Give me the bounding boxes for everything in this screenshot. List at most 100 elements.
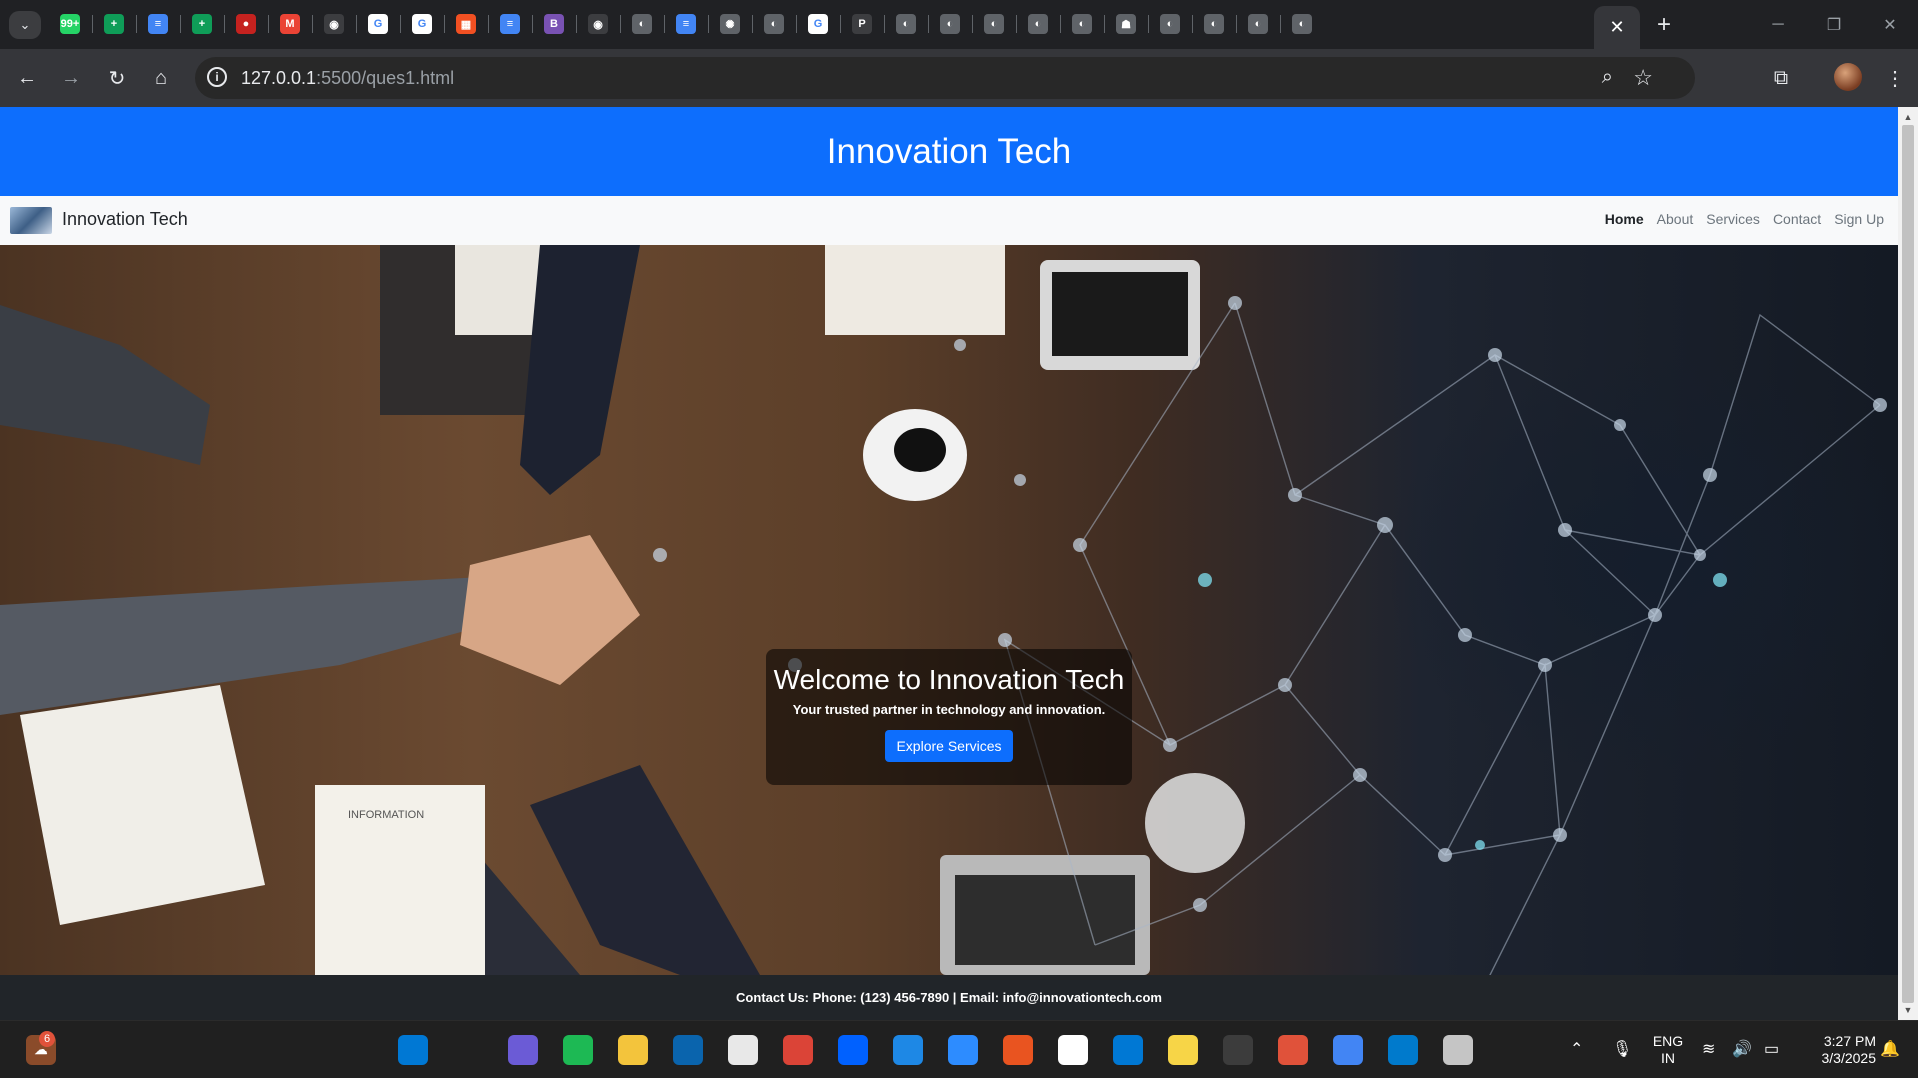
new-tab-button[interactable]: + <box>1650 11 1678 39</box>
ubuntu-icon[interactable] <box>1003 1035 1033 1065</box>
scroll-thumb[interactable] <box>1902 125 1914 1003</box>
github-icon[interactable]: ◉ <box>324 14 344 34</box>
perplexity-icon[interactable]: P <box>852 14 872 34</box>
spotify-icon[interactable] <box>563 1035 593 1065</box>
tab-separator <box>1148 15 1149 33</box>
url-text[interactable]: 127.0.0.1:5500/ques1.html <box>241 68 454 89</box>
outlook-icon[interactable] <box>673 1035 703 1065</box>
openai-icon[interactable]: ✺ <box>720 14 740 34</box>
globe-icon[interactable]: ◐ <box>1204 14 1224 34</box>
google-icon[interactable]: G <box>368 14 388 34</box>
bootstrap-icon[interactable]: B <box>544 14 564 34</box>
wps-icon[interactable] <box>1278 1035 1308 1065</box>
globe-icon[interactable]: ◐ <box>1072 14 1092 34</box>
window-icon[interactable] <box>893 1035 923 1065</box>
globe-icon[interactable]: ◐ <box>1160 14 1180 34</box>
whatsapp-icon[interactable]: 99+ <box>60 14 80 34</box>
globe-icon[interactable]: ◐ <box>1248 14 1268 34</box>
globe-icon[interactable]: ◐ <box>632 14 652 34</box>
extensions-icon[interactable]: ⧉ <box>1766 63 1796 93</box>
docs-icon[interactable]: ≡ <box>676 14 696 34</box>
scroll-down-arrow[interactable]: ▼ <box>1902 1004 1914 1016</box>
nav-services[interactable]: Services <box>1706 211 1760 227</box>
globe-icon[interactable]: ◐ <box>1028 14 1048 34</box>
back-button[interactable]: ← <box>12 63 42 93</box>
restore-button[interactable]: ❐ <box>1814 10 1854 40</box>
recorder-icon[interactable] <box>1223 1035 1253 1065</box>
microphone-icon[interactable]: 🎙 <box>1612 1039 1632 1059</box>
tab-separator <box>1236 15 1237 33</box>
tab-separator <box>488 15 489 33</box>
nav-contact[interactable]: Contact <box>1773 211 1821 227</box>
forward-button[interactable]: → <box>56 63 86 93</box>
github-icon[interactable]: ◉ <box>588 14 608 34</box>
brand-logo[interactable] <box>10 207 52 234</box>
dropbox-icon[interactable] <box>838 1035 868 1065</box>
taskbar: ☁ 6 ⌃ 🎙 ENG IN ≋ 🔊 ▭ 3:27 PM 3/3/2025 🔔 <box>0 1020 1918 1078</box>
microsoft-icon[interactable]: ▦ <box>456 14 476 34</box>
menu-kebab-icon[interactable]: ⋮ <box>1880 63 1910 93</box>
language-indicator[interactable]: ENG IN <box>1650 1033 1686 1067</box>
gmail-icon[interactable]: M <box>280 14 300 34</box>
globe-icon[interactable]: ◐ <box>940 14 960 34</box>
chrome-icon[interactable] <box>783 1035 813 1065</box>
file-explorer-icon[interactable] <box>618 1035 648 1065</box>
close-window-button[interactable]: ✕ <box>1870 10 1910 40</box>
active-tab[interactable]: ✕ <box>1594 6 1640 49</box>
tab-separator <box>708 15 709 33</box>
bookmark-star-icon[interactable]: ☆ <box>1633 65 1653 91</box>
hero-subtitle: Your trusted partner in technology and i… <box>792 702 1106 717</box>
site-info-icon[interactable]: i <box>207 67 227 87</box>
reload-button[interactable]: ↻ <box>102 63 132 93</box>
show-hidden-icons-icon[interactable]: ⌃ <box>1570 1039 1583 1059</box>
site-footer: Contact Us: Phone: (123) 456-7890 | Emai… <box>0 975 1898 1020</box>
nav-sign-up[interactable]: Sign Up <box>1834 211 1884 227</box>
battery-icon[interactable]: ▭ <box>1764 1039 1779 1059</box>
search-icon[interactable] <box>453 1035 483 1065</box>
zoom-icon[interactable]: ⌕ <box>1602 66 1613 89</box>
sheets-icon[interactable]: + <box>192 14 212 34</box>
wifi-icon[interactable]: ≋ <box>1702 1039 1715 1059</box>
tab-search-button[interactable]: ⌄ <box>9 11 41 39</box>
volume-icon[interactable]: 🔊 <box>1732 1039 1752 1059</box>
zoom-icon[interactable] <box>948 1035 978 1065</box>
globe-icon[interactable]: ◐ <box>984 14 1004 34</box>
tab-separator <box>972 15 973 33</box>
sticky-notes-icon[interactable] <box>1168 1035 1198 1065</box>
sheets-icon[interactable]: + <box>104 14 124 34</box>
network-icon[interactable] <box>1113 1035 1143 1065</box>
snipping-tool-icon[interactable] <box>1443 1035 1473 1065</box>
address-bar[interactable]: i 127.0.0.1:5500/ques1.html ⌕ ☆ <box>195 57 1695 99</box>
page-scrollbar[interactable]: ▲ ▼ <box>1898 107 1918 1020</box>
chrome-icon[interactable] <box>1333 1035 1363 1065</box>
clock[interactable]: 3:27 PM 3/3/2025 <box>1796 1033 1877 1067</box>
globe-icon[interactable]: ◐ <box>1292 14 1312 34</box>
globe-icon[interactable]: ◐ <box>764 14 784 34</box>
minimize-button[interactable]: ─ <box>1758 10 1798 40</box>
robot-icon[interactable]: ☗ <box>1116 14 1136 34</box>
vscode-icon[interactable] <box>1388 1035 1418 1065</box>
slack-icon[interactable] <box>1058 1035 1088 1065</box>
home-button[interactable]: ⌂ <box>146 63 176 93</box>
site-navbar: Innovation Tech Home About Services Cont… <box>0 196 1898 245</box>
windows-start-icon[interactable] <box>398 1035 428 1065</box>
brand-name[interactable]: Innovation Tech <box>62 209 188 230</box>
close-icon[interactable]: ✕ <box>1609 17 1624 38</box>
site-header-title: Innovation Tech <box>826 131 1072 171</box>
copilot-icon[interactable] <box>508 1035 538 1065</box>
explore-services-button[interactable]: Explore Services <box>885 730 1013 762</box>
hero-background-image: INFORMATION <box>0 245 1887 975</box>
nav-home[interactable]: Home <box>1605 211 1644 227</box>
globe-icon[interactable]: ◐ <box>896 14 916 34</box>
nav-about[interactable]: About <box>1657 211 1694 227</box>
record-icon[interactable]: ● <box>236 14 256 34</box>
google-icon[interactable]: G <box>412 14 432 34</box>
docs-icon[interactable]: ≡ <box>148 14 168 34</box>
tab-separator <box>576 15 577 33</box>
notification-icon[interactable]: 🔔 <box>1880 1039 1900 1059</box>
scroll-up-arrow[interactable]: ▲ <box>1902 111 1914 123</box>
docs-icon[interactable]: ≡ <box>500 14 520 34</box>
profile-avatar[interactable] <box>1834 63 1862 91</box>
store-icon[interactable] <box>728 1035 758 1065</box>
google-icon[interactable]: G <box>808 14 828 34</box>
